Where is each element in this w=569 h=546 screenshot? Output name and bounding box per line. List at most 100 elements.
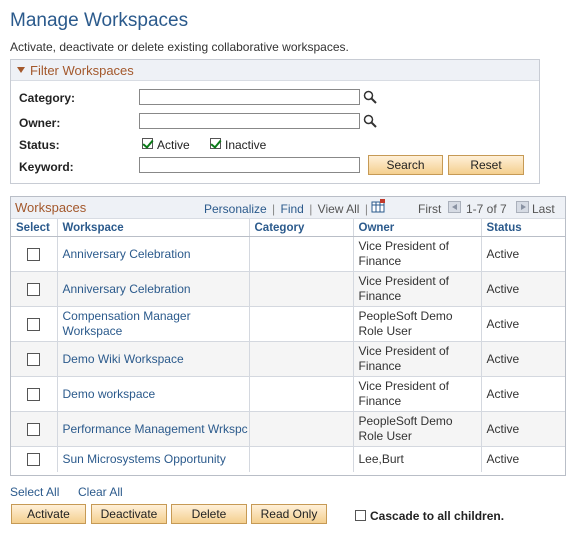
status-inactive-label: Inactive bbox=[225, 138, 267, 152]
column-header-category[interactable]: Category bbox=[249, 219, 354, 237]
status-cell: Active bbox=[481, 376, 565, 412]
owner-cell: PeopleSoft Demo Role User bbox=[353, 306, 482, 342]
status-cell: Active bbox=[481, 306, 565, 342]
reset-button[interactable]: Reset bbox=[448, 155, 524, 175]
category-cell bbox=[249, 306, 354, 342]
table-row: Sun Microsystems Opportunity Lee,Burt Ac… bbox=[11, 446, 565, 472]
owner-input[interactable] bbox=[139, 113, 360, 129]
category-label: Category: bbox=[19, 91, 76, 105]
find-link[interactable]: Find bbox=[281, 202, 304, 216]
page-subtitle: Activate, deactivate or delete existing … bbox=[10, 40, 349, 54]
keyword-input[interactable] bbox=[139, 157, 360, 173]
grid-nav-links: Personalize | Find | View All | bbox=[204, 202, 370, 216]
select-all-link[interactable]: Select All bbox=[10, 485, 59, 499]
select-cell bbox=[11, 306, 58, 342]
arrow-left-icon[interactable] bbox=[448, 201, 461, 213]
select-cell bbox=[11, 411, 58, 447]
category-cell bbox=[249, 236, 354, 272]
page-title: Manage Workspaces bbox=[10, 10, 189, 31]
column-header-owner[interactable]: Owner bbox=[353, 219, 482, 237]
table-row: Demo workspace Vice President of Finance… bbox=[11, 376, 565, 412]
table-header-row: Select Workspace Category Owner Status bbox=[11, 219, 565, 237]
arrow-right-icon[interactable] bbox=[516, 201, 529, 213]
view-all-link[interactable]: View All bbox=[318, 202, 360, 216]
category-lookup-icon[interactable] bbox=[363, 90, 377, 104]
status-cell: Active bbox=[481, 271, 565, 307]
owner-cell: Vice President of Finance bbox=[353, 341, 482, 377]
row-select-checkbox[interactable] bbox=[27, 247, 41, 261]
delete-button[interactable]: Delete bbox=[171, 504, 247, 524]
owner-cell: Vice President of Finance bbox=[353, 376, 482, 412]
column-header-select: Select bbox=[11, 219, 58, 237]
category-cell bbox=[249, 446, 354, 472]
owner-cell: Lee,Burt bbox=[353, 446, 482, 472]
table-row: Compensation Manager Workspace PeopleSof… bbox=[11, 306, 565, 342]
workspaces-grid: Workspaces Personalize | Find | View All… bbox=[10, 196, 566, 476]
row-select-checkbox[interactable] bbox=[27, 387, 41, 401]
category-cell bbox=[249, 341, 354, 377]
workspace-link[interactable]: Compensation Manager Workspace bbox=[57, 306, 250, 342]
activate-button[interactable]: Activate bbox=[11, 504, 86, 524]
link-separator: | bbox=[309, 202, 313, 216]
row-select-checkbox[interactable] bbox=[27, 352, 41, 366]
grid-download-icon[interactable] bbox=[371, 199, 385, 213]
select-cell bbox=[11, 236, 58, 272]
owner-cell: Vice President of Finance bbox=[353, 271, 482, 307]
filter-panel: Filter Workspaces Category: Owner: Statu… bbox=[10, 59, 540, 184]
workspaces-table: Select Workspace Category Owner Status A… bbox=[11, 219, 565, 472]
status-cell: Active bbox=[481, 341, 565, 377]
owner-label: Owner: bbox=[19, 116, 61, 130]
category-cell bbox=[249, 411, 354, 447]
owner-cell: PeopleSoft Demo Role User bbox=[353, 411, 482, 447]
status-cell: Active bbox=[486, 452, 520, 466]
status-cell: Active bbox=[481, 411, 565, 447]
row-select-checkbox[interactable] bbox=[27, 317, 41, 331]
cascade-checkbox[interactable] bbox=[355, 510, 366, 521]
select-cell bbox=[11, 271, 58, 307]
status-active-label: Active bbox=[157, 138, 190, 152]
grid-title: Workspaces bbox=[15, 200, 87, 215]
row-range: 1-7 of 7 bbox=[466, 202, 507, 216]
cascade-label: Cascade to all children. bbox=[370, 509, 505, 523]
row-select-checkbox[interactable] bbox=[27, 422, 41, 436]
filter-header-label: Filter Workspaces bbox=[30, 62, 134, 78]
workspace-link[interactable]: Performance Management Wrkspc bbox=[57, 411, 250, 447]
select-cell bbox=[11, 341, 58, 377]
first-link: First bbox=[418, 202, 442, 216]
workspace-link[interactable]: Anniversary Celebration bbox=[57, 271, 250, 307]
workspace-link[interactable]: Sun Microsystems Opportunity bbox=[57, 446, 250, 472]
collapse-triangle-icon[interactable] bbox=[17, 67, 25, 73]
status-inactive-checkbox[interactable] bbox=[210, 138, 221, 149]
category-input[interactable] bbox=[139, 89, 360, 105]
workspace-link[interactable]: Demo Wiki Workspace bbox=[57, 341, 250, 377]
status-active-checkbox[interactable] bbox=[142, 138, 153, 149]
filter-header[interactable]: Filter Workspaces bbox=[11, 60, 539, 81]
table-row: Anniversary Celebration Vice President o… bbox=[11, 236, 565, 272]
search-button[interactable]: Search bbox=[368, 155, 443, 175]
row-select-checkbox[interactable] bbox=[27, 453, 41, 467]
category-cell bbox=[249, 271, 354, 307]
workspace-link[interactable]: Anniversary Celebration bbox=[57, 236, 250, 272]
link-separator: | bbox=[272, 202, 276, 216]
table-row: Performance Management Wrkspc PeopleSoft… bbox=[11, 411, 565, 447]
table-row: Anniversary Celebration Vice President o… bbox=[11, 271, 565, 307]
status-label: Status: bbox=[19, 138, 60, 152]
select-cell bbox=[11, 446, 58, 472]
deactivate-button[interactable]: Deactivate bbox=[91, 504, 167, 524]
status-cell: Active bbox=[481, 236, 565, 272]
select-cell bbox=[11, 376, 58, 412]
row-select-checkbox[interactable] bbox=[27, 282, 41, 296]
read-only-button[interactable]: Read Only bbox=[251, 504, 327, 524]
owner-cell: Vice President of Finance bbox=[353, 236, 482, 272]
clear-all-link[interactable]: Clear All bbox=[78, 485, 123, 499]
column-header-workspace[interactable]: Workspace bbox=[57, 219, 250, 237]
owner-lookup-icon[interactable] bbox=[363, 114, 377, 128]
column-header-status[interactable]: Status bbox=[481, 219, 565, 237]
personalize-link[interactable]: Personalize bbox=[204, 202, 267, 216]
workspace-link[interactable]: Demo workspace bbox=[57, 376, 250, 412]
link-separator: | bbox=[364, 202, 368, 216]
grid-header: Workspaces Personalize | Find | View All… bbox=[11, 197, 565, 219]
last-link: Last bbox=[532, 202, 555, 216]
category-cell bbox=[249, 376, 354, 412]
table-row: Demo Wiki Workspace Vice President of Fi… bbox=[11, 341, 565, 377]
